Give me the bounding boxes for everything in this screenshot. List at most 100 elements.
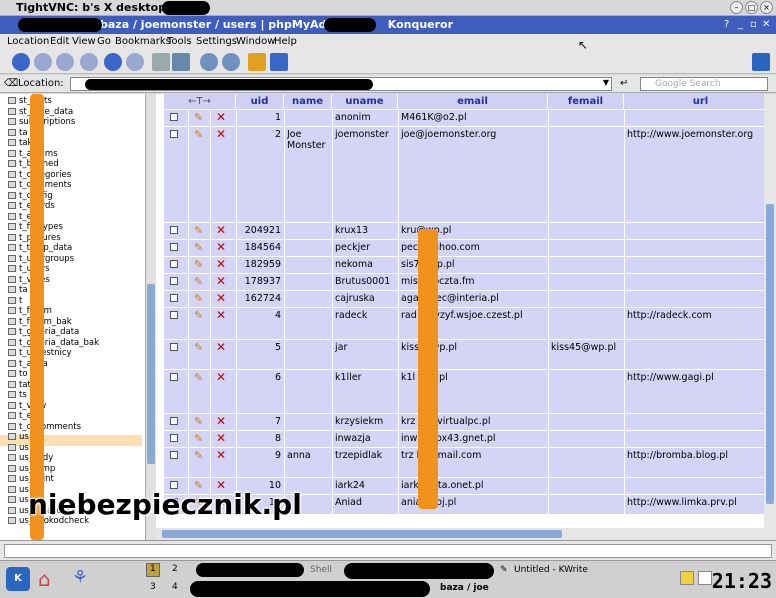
row-checkbox[interactable] xyxy=(170,260,178,268)
reload-icon[interactable] xyxy=(104,53,122,71)
scroll-thumb[interactable] xyxy=(162,530,562,538)
menu-edit[interactable]: Edit xyxy=(50,36,69,47)
edit-icon[interactable]: ✎ xyxy=(194,275,203,288)
column-header-femail[interactable]: femail xyxy=(548,94,624,109)
menu-view[interactable]: View xyxy=(72,36,96,47)
row-checkbox[interactable] xyxy=(170,417,178,425)
help-icon[interactable]: ? xyxy=(724,19,729,30)
search-input[interactable]: Google Search xyxy=(640,77,768,91)
row-checkbox[interactable] xyxy=(170,277,178,285)
edit-icon[interactable]: ✎ xyxy=(194,241,203,254)
home-icon[interactable]: ⌂ xyxy=(38,567,62,591)
desktop-2-label[interactable]: 2 xyxy=(172,564,178,574)
column-header-uid[interactable]: uid xyxy=(236,94,284,109)
clipboard-icon[interactable] xyxy=(680,571,694,585)
edit-icon[interactable]: ✎ xyxy=(194,432,203,445)
desktop-4-label[interactable]: 4 xyxy=(172,582,178,592)
minimize-icon[interactable]: _ xyxy=(738,19,743,30)
delete-icon[interactable]: ✕ xyxy=(216,308,226,322)
menu-location[interactable]: Location xyxy=(7,36,49,47)
edit-icon[interactable]: ✎ xyxy=(194,371,203,384)
stop-icon[interactable] xyxy=(126,53,144,71)
task-phpmyadmin[interactable]: baza / joe xyxy=(440,583,489,593)
delete-icon[interactable]: ✕ xyxy=(216,370,226,384)
table-list-item[interactable]: t xyxy=(8,296,22,306)
row-checkbox[interactable] xyxy=(170,226,178,234)
menu-settings[interactable]: Settings xyxy=(196,36,237,47)
delete-icon[interactable]: ✕ xyxy=(216,257,226,271)
notes-icon[interactable] xyxy=(698,571,712,585)
menu-help[interactable]: Help xyxy=(274,36,297,47)
column-header-name[interactable]: name xyxy=(284,94,332,109)
zoom-out-icon[interactable] xyxy=(222,53,240,71)
row-checkbox[interactable] xyxy=(170,113,178,121)
table-list-item[interactable]: t_d_comments xyxy=(8,422,81,432)
delete-icon[interactable]: ✕ xyxy=(216,110,226,124)
menu-tools[interactable]: Tools xyxy=(167,36,192,47)
row-checkbox[interactable] xyxy=(170,294,178,302)
right-scrollbar[interactable] xyxy=(764,94,776,540)
edit-icon[interactable]: ✎ xyxy=(194,128,203,141)
table-list-item[interactable]: ts xyxy=(8,390,27,400)
row-checkbox[interactable] xyxy=(170,451,178,459)
edit-icon[interactable]: ✎ xyxy=(194,224,203,237)
delete-icon[interactable]: ✕ xyxy=(216,127,226,141)
horizontal-scrollbar[interactable] xyxy=(156,528,764,540)
delete-icon[interactable]: ✕ xyxy=(216,240,226,254)
delete-icon[interactable]: ✕ xyxy=(216,414,226,428)
table-list-item[interactable]: us xyxy=(8,432,29,442)
row-checkbox[interactable] xyxy=(170,311,178,319)
close-icon[interactable]: × xyxy=(760,1,773,14)
delete-icon[interactable]: ✕ xyxy=(216,223,226,237)
left-scrollbar[interactable] xyxy=(146,94,156,540)
kde-menu-icon[interactable]: K xyxy=(6,567,30,591)
delete-icon[interactable]: ✕ xyxy=(216,274,226,288)
column-header-uname[interactable]: uname xyxy=(332,94,398,109)
table-list-item[interactable]: us xyxy=(8,443,29,453)
minimize-icon[interactable]: – xyxy=(730,1,743,14)
home-icon[interactable] xyxy=(80,53,98,71)
up-icon[interactable] xyxy=(56,53,74,71)
clock[interactable]: 21:23 xyxy=(712,569,772,593)
row-checkbox[interactable] xyxy=(170,343,178,351)
edit-icon[interactable]: ✎ xyxy=(194,292,203,305)
edit-icon[interactable]: ✎ xyxy=(194,449,203,462)
task-kwrite[interactable]: Untitled - KWrite xyxy=(514,565,588,575)
edit-icon[interactable]: ✎ xyxy=(194,341,203,354)
edit-icon[interactable]: ✎ xyxy=(194,309,203,322)
zoom-in-icon[interactable] xyxy=(200,53,218,71)
edit-icon[interactable]: ✎ xyxy=(194,415,203,428)
column-header-url[interactable]: url xyxy=(624,94,776,109)
location-input[interactable]: ▼ xyxy=(70,77,612,91)
go-icon[interactable]: ↵ xyxy=(620,78,628,89)
row-checkbox[interactable] xyxy=(170,243,178,251)
column-header-email[interactable]: email xyxy=(398,94,548,109)
print-icon[interactable] xyxy=(152,53,170,71)
zoom-icon[interactable] xyxy=(172,53,190,71)
delete-icon[interactable]: ✕ xyxy=(216,431,226,445)
table-list-item[interactable]: us xyxy=(8,485,29,495)
edit-icon[interactable]: ✎ xyxy=(194,111,203,124)
desktop-3-label[interactable]: 3 xyxy=(150,582,156,592)
scroll-thumb[interactable] xyxy=(766,204,774,504)
row-checkbox[interactable] xyxy=(170,434,178,442)
scroll-thumb[interactable] xyxy=(147,284,155,464)
table-list-item[interactable]: t_galeria_data_bak xyxy=(8,338,99,348)
delete-icon[interactable]: ✕ xyxy=(216,448,226,462)
table-list-item[interactable]: ta xyxy=(8,128,28,138)
row-checkbox[interactable] xyxy=(170,373,178,381)
table-list-item[interactable]: us xyxy=(8,495,29,505)
maximize-icon[interactable]: ▫ xyxy=(750,19,757,30)
edit-icon[interactable]: ✎ xyxy=(194,258,203,271)
download-icon[interactable] xyxy=(270,53,288,71)
menu-bookmarks[interactable]: Bookmarks xyxy=(115,36,171,47)
back-icon[interactable] xyxy=(12,53,30,71)
table-list-item[interactable]: to xyxy=(8,369,28,379)
row-checkbox[interactable] xyxy=(170,130,178,138)
table-list-item[interactable]: tak xyxy=(8,138,32,148)
maximize-icon[interactable]: □ xyxy=(745,1,758,14)
close-icon[interactable]: ✕ xyxy=(762,19,770,30)
security-lock-icon[interactable] xyxy=(248,53,266,71)
table-list-item[interactable]: ta xyxy=(8,285,28,295)
task-shell[interactable]: Shell xyxy=(310,565,332,575)
